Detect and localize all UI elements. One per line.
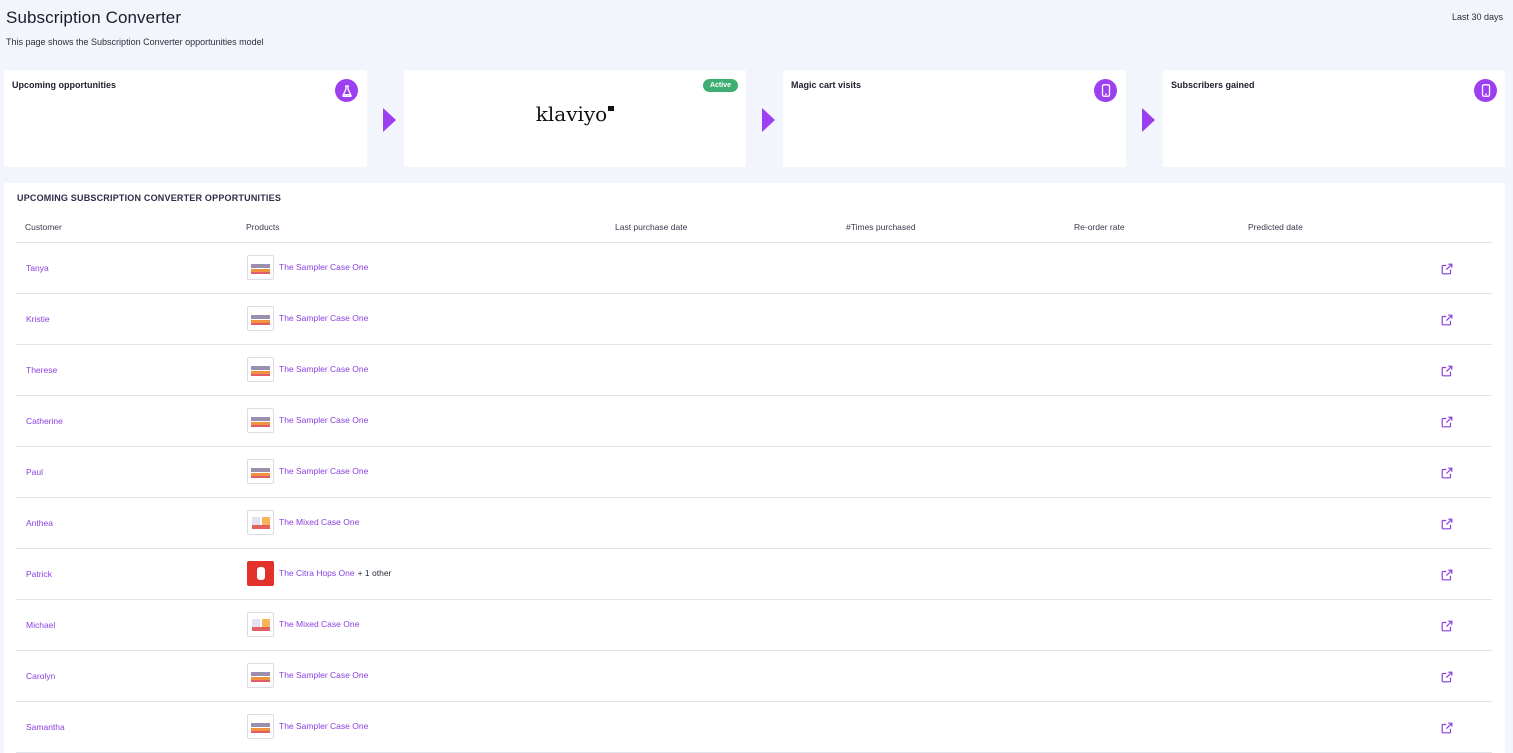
column-header-times-purchased[interactable]: #Times purchased <box>846 222 916 232</box>
subscribers-gained-card: Subscribers gained <box>1163 70 1505 167</box>
table-body: Tanya The Sampler Case One Kristie The Samp… <box>16 243 1492 753</box>
column-header-predicted-date[interactable]: Predicted date <box>1248 222 1303 232</box>
logo-flag-icon <box>608 106 615 111</box>
magic-cart-visits-card: Magic cart visits <box>783 70 1126 167</box>
card-label: Upcoming opportunities <box>12 80 116 90</box>
product-cell: The Mixed Case One <box>279 619 362 629</box>
customer-link[interactable]: Therese <box>26 365 60 375</box>
customer-link[interactable]: Kristie <box>26 314 60 324</box>
page-title: Subscription Converter <box>6 8 182 27</box>
product-thumbnail <box>247 306 274 331</box>
product-thumbnail <box>247 408 274 433</box>
external-link-icon[interactable] <box>1441 262 1453 275</box>
product-thumbnail <box>247 510 274 535</box>
product-cell: The Citra Hops One + 1 other <box>279 568 391 578</box>
product-link[interactable]: The Sampler Case One <box>279 721 368 731</box>
flask-icon <box>335 79 358 102</box>
customer-link[interactable]: Patrick <box>26 569 60 579</box>
column-header-last-purchase-date[interactable]: Last purchase date <box>615 222 687 232</box>
external-link-icon[interactable] <box>1441 670 1453 683</box>
status-badge: Active <box>702 79 738 92</box>
table-row[interactable]: Samantha The Sampler Case One <box>16 702 1492 753</box>
table-row[interactable]: Catherine The Sampler Case One <box>16 396 1492 447</box>
customer-link[interactable]: Catherine <box>26 416 86 426</box>
table-row[interactable]: Paul The Sampler Case One <box>16 447 1492 498</box>
customer-link[interactable]: Carolyn <box>26 671 60 681</box>
table-row[interactable]: Anthea The Mixed Case One <box>16 498 1492 549</box>
card-label: Subscribers gained <box>1171 80 1255 90</box>
product-thumbnail <box>247 255 274 280</box>
product-link[interactable]: The Sampler Case One <box>279 262 368 272</box>
product-cell: The Sampler Case One <box>279 313 371 323</box>
product-thumbnail <box>247 459 274 484</box>
flow-arrow-icon <box>762 108 775 132</box>
external-link-icon[interactable] <box>1441 721 1453 734</box>
external-link-icon[interactable] <box>1441 568 1453 581</box>
customer-link[interactable]: Anthea <box>26 518 60 528</box>
external-link-icon[interactable] <box>1441 415 1453 428</box>
external-link-icon[interactable] <box>1441 619 1453 632</box>
column-header-products[interactable]: Products <box>246 222 280 232</box>
klaviyo-integration-card[interactable]: Active klaviyo <box>404 70 746 167</box>
column-header-reorder-rate[interactable]: Re-order rate <box>1074 222 1125 232</box>
mobile-icon <box>1094 79 1117 102</box>
customer-link[interactable]: Samantha <box>26 722 86 732</box>
table-header: Customer Products Last purchase date #Ti… <box>16 215 1492 243</box>
date-range-selector[interactable]: Last 30 days <box>1452 12 1503 22</box>
product-link[interactable]: The Sampler Case One <box>279 670 368 680</box>
customer-link[interactable]: Tanya <box>26 263 60 273</box>
upcoming-opportunities-card: Upcoming opportunities <box>4 70 367 167</box>
column-header-customer[interactable]: Customer <box>25 222 62 232</box>
product-thumbnail <box>247 561 274 586</box>
external-link-icon[interactable] <box>1441 364 1453 377</box>
product-link[interactable]: The Sampler Case One <box>279 364 368 374</box>
external-link-icon[interactable] <box>1441 517 1453 530</box>
flow-arrow-icon <box>383 108 396 132</box>
table-heading: UPCOMING SUBSCRIPTION CONVERTER OPPORTUN… <box>17 193 282 203</box>
product-cell: The Mixed Case One <box>279 517 362 527</box>
product-thumbnail <box>247 612 274 637</box>
mobile-icon <box>1474 79 1497 102</box>
page-subtitle: This page shows the Subscription Convert… <box>6 37 264 47</box>
product-link[interactable]: The Mixed Case One <box>279 517 359 527</box>
product-link[interactable]: The Mixed Case One <box>279 619 359 629</box>
customer-link[interactable]: Michael <box>26 620 60 630</box>
customer-link[interactable]: Paul <box>26 467 60 477</box>
product-cell: The Sampler Case One <box>279 415 371 425</box>
product-cell: The Sampler Case One <box>279 262 371 272</box>
logo-text: klaviyo <box>535 102 608 126</box>
product-cell: The Sampler Case One <box>279 364 371 374</box>
external-link-icon[interactable] <box>1441 466 1453 479</box>
table-row[interactable]: Kristie The Sampler Case One <box>16 294 1492 345</box>
product-thumbnail <box>247 357 274 382</box>
opportunities-table-panel: UPCOMING SUBSCRIPTION CONVERTER OPPORTUN… <box>4 183 1505 753</box>
product-cell: The Sampler Case One <box>279 670 371 680</box>
table-row[interactable]: Patrick The Citra Hops One + 1 other <box>16 549 1492 600</box>
klaviyo-logo: klaviyo <box>404 102 746 126</box>
card-label: Magic cart visits <box>791 80 862 90</box>
product-link[interactable]: The Sampler Case One <box>279 415 368 425</box>
table-row[interactable]: Tanya The Sampler Case One <box>16 243 1492 294</box>
table-row[interactable]: Carolyn The Sampler Case One <box>16 651 1492 702</box>
product-extra-count: + 1 other <box>357 568 392 578</box>
product-thumbnail <box>247 663 274 688</box>
flow-arrow-icon <box>1142 108 1155 132</box>
product-cell: The Sampler Case One <box>279 721 371 731</box>
table-row[interactable]: Therese The Sampler Case One <box>16 345 1492 396</box>
product-thumbnail <box>247 714 274 739</box>
table-row[interactable]: Michael The Mixed Case One <box>16 600 1492 651</box>
product-cell: The Sampler Case One <box>279 466 371 476</box>
product-link[interactable]: The Sampler Case One <box>279 313 368 323</box>
product-link[interactable]: The Citra Hops One <box>279 568 355 578</box>
external-link-icon[interactable] <box>1441 313 1453 326</box>
product-link[interactable]: The Sampler Case One <box>279 466 368 476</box>
